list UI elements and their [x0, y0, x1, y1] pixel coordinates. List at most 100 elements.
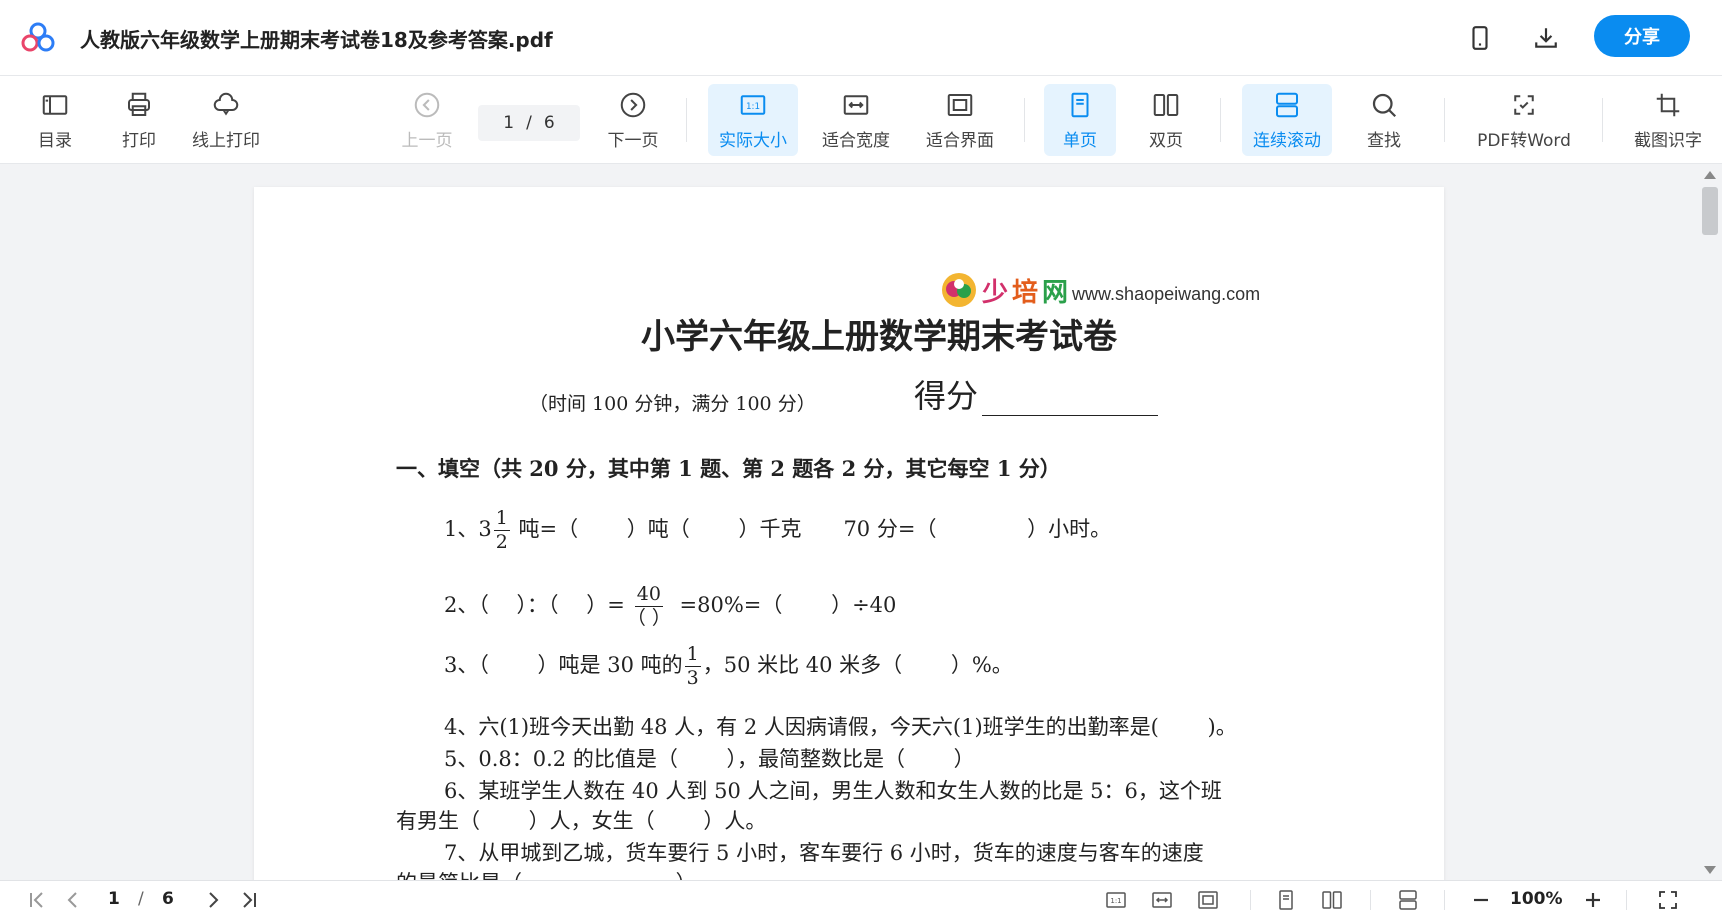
scroll-thumb[interactable] — [1702, 187, 1718, 235]
question-2: 2、（ ）：（ ）= 40 （ ） =80%=（ ）÷40 — [444, 585, 896, 628]
question-text: 吨=（ ）吨（ ）千克 70 分=（ ）小时。 — [511, 517, 1112, 541]
actual-size-button[interactable]: 1:1 实际大小 — [708, 84, 798, 156]
fit-width-small-button[interactable] — [1146, 885, 1178, 915]
double-page-label: 双页 — [1149, 130, 1183, 151]
cloud-print-icon — [213, 92, 239, 116]
convert-icon — [1514, 94, 1534, 115]
site-name-part: 培 — [1012, 277, 1039, 308]
download-icon — [1535, 28, 1557, 48]
single-page-button[interactable]: 单页 — [1044, 84, 1116, 156]
section-heading: 一、填空（共 20 分，其中第 1 题、第 2 题各 2 分，其它每空 1 分） — [396, 456, 1061, 481]
toc-button[interactable]: 目录 — [32, 84, 78, 156]
prev-page-button[interactable]: 上一页 — [398, 84, 456, 156]
toolbar-divider — [686, 98, 687, 142]
status-bar: 1 / 6 1:1 100% — [0, 880, 1722, 917]
site-name-part: 少 — [982, 277, 1009, 308]
chevron-left-icon — [67, 892, 77, 908]
first-page-button[interactable] — [22, 885, 52, 915]
find-button[interactable]: 查找 — [1356, 84, 1412, 156]
title-bar: 人教版六年级数学上册期末考试卷18及参考答案.pdf 分享 — [0, 0, 1722, 76]
double-page-small-button[interactable] — [1316, 885, 1348, 915]
next-page-small-button[interactable] — [198, 885, 228, 915]
ocr-screenshot-button[interactable]: 截图识字 — [1628, 84, 1708, 156]
mobile-view-button[interactable] — [1462, 20, 1498, 56]
last-page-button[interactable] — [234, 885, 264, 915]
online-print-button[interactable]: 线上打印 — [188, 84, 264, 156]
svg-text:1:1: 1:1 — [746, 101, 760, 111]
single-page-small-button[interactable] — [1270, 885, 1302, 915]
single-page-icon — [1279, 890, 1293, 910]
continuous-scroll-icon — [1276, 92, 1298, 117]
chevron-right-icon — [209, 892, 219, 908]
prev-page-small-button[interactable] — [58, 885, 88, 915]
double-page-button[interactable]: 双页 — [1134, 84, 1198, 156]
vertical-scrollbar[interactable] — [1698, 165, 1722, 880]
exam-subtitle: （时间 100 分钟，满分 100 分） — [529, 393, 816, 415]
share-button[interactable]: 分享 — [1594, 15, 1690, 57]
continuous-scroll-small-button[interactable] — [1392, 885, 1424, 915]
toolbar-divider — [1602, 98, 1603, 142]
fit-window-label: 适合界面 — [926, 130, 994, 151]
next-page-button[interactable]: 下一页 — [604, 84, 662, 156]
download-button[interactable] — [1528, 20, 1564, 56]
question-4: 4、六(1)班今天出勤 48 人，有 2 人因病请假，今天六(1)班学生的出勤率… — [444, 715, 1237, 739]
toolbar-divider — [1024, 98, 1025, 142]
fit-width-icon — [843, 94, 869, 115]
toolbar: 目录 打印 线上打印 上一页 1 / 6 下一页 1:1 实际大小 适合宽度 适… — [0, 76, 1722, 164]
last-page-icon — [243, 892, 256, 908]
question-6-line-2: 有男生（ ）人，女生（ ）人。 — [396, 809, 767, 833]
document-viewer[interactable]: 少 培 网 www.shaopeiwang.com 小学六年级上册数学期末考试卷… — [0, 165, 1722, 880]
chevron-left-circle-icon — [414, 92, 440, 117]
fit-width-button[interactable]: 适合宽度 — [814, 84, 898, 156]
scroll-down-arrow-icon[interactable] — [1704, 866, 1716, 874]
continuous-scroll-button[interactable]: 连续滚动 — [1242, 84, 1332, 156]
double-page-icon — [1322, 891, 1342, 909]
continuous-scroll-label: 连续滚动 — [1253, 130, 1321, 151]
site-url: www.shaopeiwang.com — [1072, 283, 1261, 304]
single-page-label: 单页 — [1063, 130, 1097, 151]
svg-text:1:1: 1:1 — [1110, 897, 1121, 905]
actual-size-small-button[interactable]: 1:1 — [1100, 885, 1132, 915]
question-text: 2、（ ）：（ ）= — [444, 593, 625, 617]
zoom-in-button[interactable] — [1578, 885, 1608, 915]
fraction-denominator: （ ） — [626, 607, 671, 629]
score-label: 得分 — [914, 377, 979, 415]
site-name-part: 网 — [1042, 277, 1069, 308]
pdf-to-word-label: PDF转Word — [1477, 130, 1571, 151]
status-total-pages: 6 — [162, 889, 174, 909]
toc-label: 目录 — [38, 130, 72, 151]
print-button[interactable]: 打印 — [116, 84, 162, 156]
fullscreen-icon — [1659, 891, 1677, 909]
print-label: 打印 — [122, 130, 156, 151]
status-divider — [1626, 890, 1627, 910]
question-text: 1、3 — [444, 517, 492, 541]
zoom-out-button[interactable] — [1466, 885, 1496, 915]
fit-width-label: 适合宽度 — [822, 130, 890, 151]
fraction-numerator: 1 — [493, 507, 510, 531]
sidebar-icon — [42, 94, 68, 115]
site-logo-icon — [942, 273, 976, 307]
current-page: 1 — [503, 113, 515, 133]
fullscreen-button[interactable] — [1652, 885, 1684, 915]
page-number-box[interactable]: 1 / 6 — [478, 105, 580, 141]
online-print-label: 线上打印 — [192, 130, 260, 151]
status-page-separator: / — [138, 889, 144, 909]
fraction-numerator: 40 — [634, 583, 663, 607]
fraction-numerator: 1 — [684, 643, 701, 667]
printer-icon — [128, 92, 150, 116]
fit-window-button[interactable]: 适合界面 — [918, 84, 1002, 156]
scroll-up-arrow-icon[interactable] — [1704, 171, 1716, 179]
question-text: =80%=（ ）÷40 — [672, 593, 897, 617]
fraction: 13 — [684, 643, 701, 688]
app-logo-icon — [21, 22, 55, 52]
pdf-to-word-button[interactable]: PDF转Word — [1470, 84, 1578, 156]
toolbar-divider — [1444, 98, 1445, 142]
fit-window-small-button[interactable] — [1192, 885, 1224, 915]
status-divider — [1370, 890, 1371, 910]
question-3: 3、（ ）吨是 30 吨的 1 3 ，50 米比 40 米多（ ）%。 — [444, 645, 1013, 688]
status-divider — [1250, 890, 1251, 910]
phone-icon — [1472, 26, 1488, 50]
question-text: 3、（ ）吨是 30 吨的 — [444, 653, 683, 677]
single-page-icon — [1071, 92, 1089, 117]
fraction-denominator: 2 — [495, 531, 508, 553]
